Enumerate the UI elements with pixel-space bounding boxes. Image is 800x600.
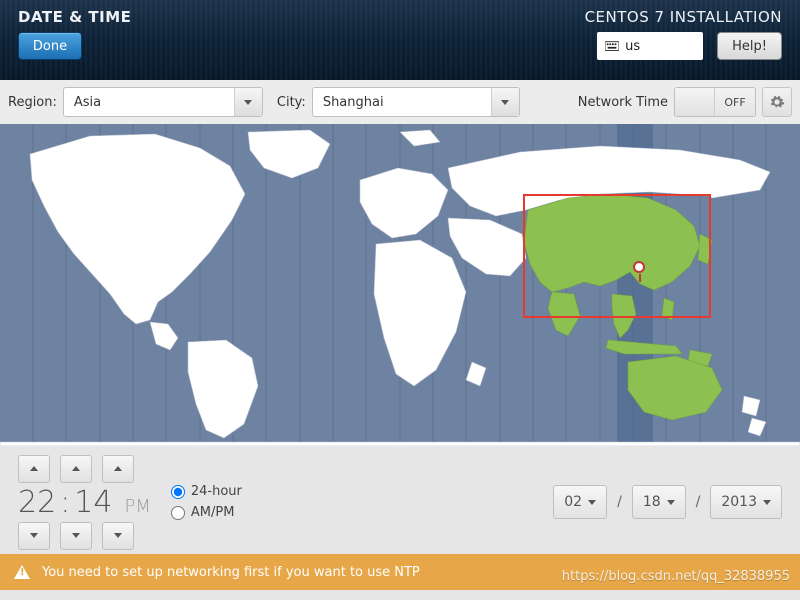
keyboard-layout-indicator[interactable]: us [597, 32, 703, 60]
region-dropdown-button[interactable] [234, 88, 262, 116]
day-value: 18 [643, 494, 661, 510]
chevron-up-icon [30, 466, 38, 471]
minute-up-button[interactable] [60, 455, 92, 483]
header-right: CENTOS 7 INSTALLATION us Help! [585, 8, 782, 70]
chevron-down-icon [763, 500, 771, 505]
city-dropdown-button[interactable] [491, 88, 519, 116]
minute-down-button[interactable] [60, 522, 92, 550]
selector-row: Region: Asia City: Shanghai Network Time… [0, 80, 800, 124]
minute-value: 14 [74, 485, 112, 520]
time-separator: : [60, 485, 70, 520]
month-value: 02 [564, 494, 582, 510]
keyboard-icon [605, 41, 619, 51]
chevron-up-icon [114, 466, 122, 471]
watermark-text: https://blog.csdn.net/qq_32838955 [562, 569, 790, 584]
world-map-svg [0, 124, 800, 446]
radio-ampm[interactable]: AM/PM [171, 505, 242, 520]
hour-down-button[interactable] [18, 522, 50, 550]
warning-icon [14, 565, 30, 579]
time-format-group: 24-hour AM/PM [171, 484, 242, 520]
chevron-up-icon [72, 466, 80, 471]
date-selector: 02 / 18 / 2013 [553, 485, 782, 519]
ampm-down-button[interactable] [102, 522, 134, 550]
installer-title: CENTOS 7 INSTALLATION [585, 8, 782, 26]
city-label: City: [277, 95, 306, 110]
ampm-value: PM [124, 496, 150, 517]
region-label: Region: [8, 95, 57, 110]
radio-24hour-label: 24-hour [191, 484, 242, 499]
network-time-label: Network Time [578, 95, 668, 110]
warning-text: You need to set up networking first if y… [42, 565, 420, 580]
region-combobox[interactable]: Asia [63, 87, 263, 117]
year-dropdown[interactable]: 2013 [710, 485, 782, 519]
chevron-down-icon [588, 500, 596, 505]
warning-bar: You need to set up networking first if y… [0, 554, 800, 590]
toggle-knob [675, 88, 715, 116]
date-separator: / [617, 494, 622, 510]
keyboard-layout-text: us [625, 39, 640, 54]
month-dropdown[interactable]: 02 [553, 485, 607, 519]
time-display: 22 : 14 PM [18, 485, 151, 520]
radio-24hour-input[interactable] [171, 485, 185, 499]
radio-ampm-label: AM/PM [191, 505, 235, 520]
header-left: DATE & TIME Done [18, 8, 131, 70]
header-bar: DATE & TIME Done CENTOS 7 INSTALLATION u… [0, 0, 800, 80]
gear-icon [769, 94, 785, 110]
chevron-down-icon [244, 100, 252, 105]
time-stepper-block: 22 : 14 PM [18, 455, 151, 550]
year-value: 2013 [721, 494, 757, 510]
hour-value: 22 [18, 485, 56, 520]
chevron-down-icon [114, 533, 122, 538]
radio-ampm-input[interactable] [171, 506, 185, 520]
header-right-row: us Help! [597, 32, 782, 60]
date-separator: / [696, 494, 701, 510]
help-button[interactable]: Help! [717, 32, 782, 60]
chevron-down-icon [72, 533, 80, 538]
city-combobox[interactable]: Shanghai [312, 87, 520, 117]
time-date-panel: 22 : 14 PM 24-hour AM/PM 02 / 18 [0, 446, 800, 554]
network-time-toggle[interactable]: OFF [674, 87, 756, 117]
chevron-down-icon [30, 533, 38, 538]
world-map[interactable] [0, 124, 800, 446]
city-pin-icon [633, 261, 645, 273]
city-value: Shanghai [313, 95, 394, 110]
page-title: DATE & TIME [18, 8, 131, 26]
toggle-state: OFF [715, 88, 755, 116]
done-button[interactable]: Done [18, 32, 82, 60]
ntp-settings-button[interactable] [762, 87, 792, 117]
chevron-down-icon [501, 100, 509, 105]
ampm-up-button[interactable] [102, 455, 134, 483]
radio-24hour[interactable]: 24-hour [171, 484, 242, 499]
chevron-down-icon [667, 500, 675, 505]
day-dropdown[interactable]: 18 [632, 485, 686, 519]
region-value: Asia [64, 95, 111, 110]
hour-up-button[interactable] [18, 455, 50, 483]
